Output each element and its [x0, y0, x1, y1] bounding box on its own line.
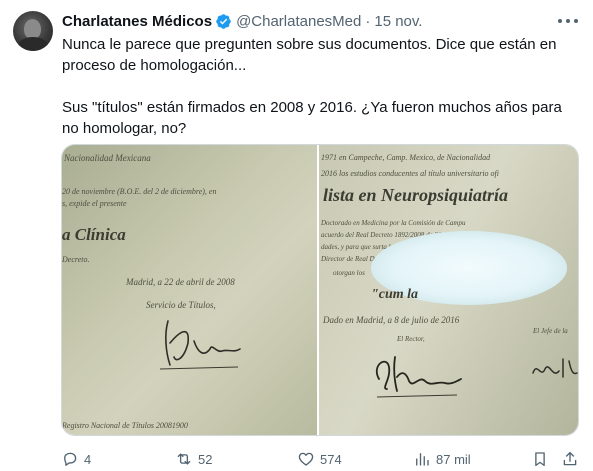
tweet-header: Charlatanes Médicos @CharlatanesMed · 15…: [62, 11, 422, 31]
photo-text: Dado en Madrid, a 8 de julio de 2016: [323, 315, 460, 325]
photo-text: Servicio de Títulos,: [146, 300, 216, 310]
avatar-face: [24, 19, 41, 39]
bookmark-button[interactable]: [531, 449, 549, 469]
bookmark-icon: [535, 452, 545, 467]
tweet-text-line: proceso de homologación...: [62, 57, 247, 74]
photo-text: Nacionalidad Mexicana: [64, 153, 151, 163]
heart-icon: [298, 452, 314, 466]
like-count: 574: [320, 451, 342, 467]
photo-text: El Jefe de la: [533, 327, 568, 335]
photo-text: 2016 los estudios conducentes al título …: [321, 169, 499, 178]
photo-text: Madrid, a 22 de abril de 2008: [126, 277, 235, 287]
tweet-text-line: no homologar, no?: [62, 120, 187, 137]
photo-text: "cum la: [371, 287, 419, 302]
photo-text: Doctorado en Medicina por la Comisión de…: [321, 219, 466, 227]
signature-image: [532, 358, 578, 378]
share-icon: [563, 451, 577, 466]
tweet-text-line: Sus "títulos" están firmados en 2008 y 2…: [62, 99, 562, 116]
photo-text: a Clínica: [62, 225, 126, 244]
reply-button[interactable]: 4: [61, 449, 91, 469]
tweet-media[interactable]: Nacionalidad Mexicana 20 de noviembre (B…: [61, 144, 579, 436]
retweet-button[interactable]: 52: [175, 449, 212, 469]
verified-badge-icon: [216, 13, 231, 29]
views-count: 87 mil: [436, 451, 471, 467]
photo-text: Decreto.: [62, 255, 90, 264]
photo-text: El Rector,: [397, 335, 425, 343]
separator-dot: ·: [365, 12, 371, 30]
avatar[interactable]: [13, 11, 53, 51]
avatar-body: [18, 37, 48, 51]
more-dot: [566, 19, 570, 23]
like-button[interactable]: 574: [297, 449, 342, 469]
retweet-icon: [177, 453, 191, 465]
retweet-count: 52: [198, 451, 213, 467]
more-dot: [574, 19, 578, 23]
share-button[interactable]: [561, 449, 579, 469]
more-icon[interactable]: [558, 12, 578, 30]
media-photo-1[interactable]: Nacionalidad Mexicana 20 de noviembre (B…: [62, 145, 317, 435]
photo-text: 1971 en Campeche, Camp. Mexico, de Nacio…: [321, 153, 491, 162]
author-name[interactable]: Charlatanes Médicos: [62, 13, 212, 30]
tweet-text: Nunca le parece que pregunten sobre sus …: [62, 34, 582, 139]
tweet-text-line: Nunca le parece que pregunten sobre sus …: [62, 36, 557, 53]
views-icon: [416, 453, 429, 466]
media-photo-2[interactable]: 1971 en Campeche, Camp. Mexico, de Nacio…: [319, 145, 578, 435]
signature-image: [376, 356, 462, 398]
views-button[interactable]: 87 mil: [413, 449, 471, 469]
author-handle[interactable]: @CharlatanesMed: [236, 13, 361, 30]
photo-text: 20 de noviembre (B.O.E. del 2 de diciemb…: [62, 187, 217, 196]
more-dot: [558, 19, 562, 23]
photo-text: otorgan los: [333, 269, 365, 277]
tweet-actions: 4 52 574 87 mil: [61, 449, 581, 469]
photo-text: lista en Neuropsiquiatría: [323, 185, 509, 205]
signature-image: [159, 320, 241, 370]
tweet-date[interactable]: 15 nov.: [374, 13, 422, 30]
reply-count: 4: [84, 451, 92, 467]
photo-text: s, expide el presente: [62, 199, 127, 208]
reply-icon: [64, 452, 77, 466]
photo-text: Registro Nacional de Títulos 20081900: [62, 421, 188, 430]
